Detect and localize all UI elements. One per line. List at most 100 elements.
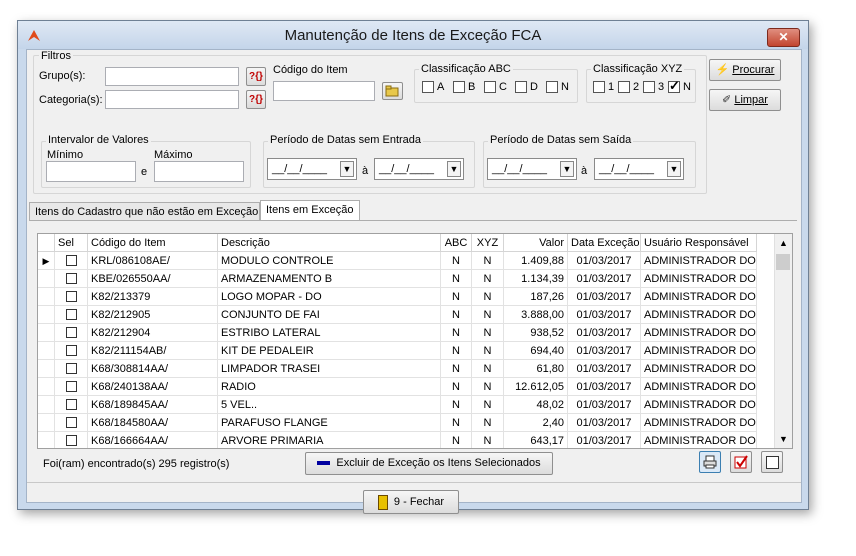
cell-codigo: K68/189845AA/ xyxy=(88,396,218,414)
chevron-down-icon[interactable]: ▼ xyxy=(340,161,354,177)
entrada-to-date[interactable]: __/__/____ ▼ xyxy=(374,158,464,180)
cell-codigo: K82/212904 xyxy=(88,324,218,342)
codigo-input[interactable] xyxy=(273,81,375,101)
cell-abc: N xyxy=(441,414,472,432)
row-select-checkbox[interactable] xyxy=(65,291,77,302)
scroll-up-icon[interactable]: ▲ xyxy=(779,238,788,248)
grid-header-cell[interactable]: Usuário Responsável xyxy=(641,234,757,252)
limpar-button[interactable]: ✐ Limpar xyxy=(709,89,781,111)
chevron-down-icon[interactable]: ▼ xyxy=(667,161,681,177)
cell-codigo: KBE/026550AA/ xyxy=(88,270,218,288)
chevron-down-icon[interactable]: ▼ xyxy=(447,161,461,177)
tab-itens-cadastro[interactable]: Itens do Cadastro que não estão em Exceç… xyxy=(29,202,260,220)
minimo-label: Mínimo xyxy=(47,149,84,161)
row-select-checkbox[interactable] xyxy=(65,417,77,428)
abc-option-a-checkbox[interactable] xyxy=(422,81,434,93)
table-row[interactable]: K82/212904 ESTRIBO LATERAL N N 938,52 01/03/2… xyxy=(38,324,771,342)
window-title: Manutenção de Itens de Exceção FCA xyxy=(284,27,542,44)
scroll-down-icon[interactable]: ▼ xyxy=(779,434,788,444)
row-select-checkbox[interactable] xyxy=(65,255,77,266)
excluir-button[interactable]: Excluir de Exceção os Itens Selecionados xyxy=(305,452,553,475)
procurar-button[interactable]: ⚡ Procurar xyxy=(709,59,781,81)
row-select-checkbox[interactable] xyxy=(65,309,77,320)
saida-to-date[interactable]: __/__/____ ▼ xyxy=(594,158,684,180)
cell-xyz: N xyxy=(472,324,504,342)
table-row[interactable]: K68/166664AA/ARVORE PRIMARIA N N 643,17 01/0… xyxy=(38,432,771,448)
row-select-checkbox[interactable] xyxy=(65,273,77,284)
abc-option-c-checkbox[interactable] xyxy=(484,81,496,93)
xyz-option-2-checkbox[interactable] xyxy=(618,81,630,93)
fechar-button[interactable]: 9 - Fechar xyxy=(363,490,459,514)
table-row[interactable]: K68/189845AA/5 VEL.. N N 48,02 01/03/2017 ADM… xyxy=(38,396,771,414)
categoria-label: Categoria(s): xyxy=(39,94,103,106)
entrada-to-value: __/__/____ xyxy=(379,163,435,175)
maximo-input[interactable] xyxy=(154,161,244,182)
grupo-lookup-button[interactable]: ?{} xyxy=(246,67,266,86)
table-row[interactable]: KBE/026550AA/ARMAZENAMENTO B N N 1.134,39 01… xyxy=(38,270,771,288)
xyz-option-n-checkbox[interactable] xyxy=(668,78,680,94)
row-select-cell xyxy=(55,432,88,448)
cell-codigo: K82/212905 xyxy=(88,306,218,324)
entrada-from-date[interactable]: __/__/____ ▼ xyxy=(267,158,357,180)
cell-usuario: ADMINISTRADOR DO S xyxy=(641,288,757,306)
cell-xyz: N xyxy=(472,252,504,270)
row-indicator xyxy=(38,432,55,448)
abc-option-n-checkbox[interactable] xyxy=(546,81,558,93)
main-window: Manutenção de Itens de Exceção FCA ✕ Fil… xyxy=(17,20,809,514)
row-indicator xyxy=(38,378,55,396)
table-row[interactable]: K82/212905 CONJUNTO DE FAI N N 3.888,00 01/03… xyxy=(38,306,771,324)
abc-option-label: D xyxy=(530,81,538,93)
minimo-input[interactable] xyxy=(46,161,136,182)
record-count: Foi(ram) encontrado(s) 295 registro(s) xyxy=(43,458,230,470)
row-select-checkbox[interactable] xyxy=(65,363,77,374)
table-row[interactable]: K68/240138AA/RADIO N N 12.612,05 01/03/2017 A… xyxy=(38,378,771,396)
table-row[interactable]: K68/184580AA/PARAFUSO FLANGE N N 2,40 01/03/… xyxy=(38,414,771,432)
row-select-checkbox[interactable] xyxy=(65,381,77,392)
table-row[interactable]: K82/213379 LOGO MOPAR - DO N N 187,26 01/03/2… xyxy=(38,288,771,306)
row-indicator xyxy=(38,324,55,342)
items-grid[interactable]: Sel Código do Item Descrição ABC XYZ Valor Dat… xyxy=(37,233,793,449)
xyz-option-1-checkbox[interactable] xyxy=(593,81,605,93)
saida-from-date[interactable]: __/__/____ ▼ xyxy=(487,158,577,180)
chevron-down-icon[interactable]: ▼ xyxy=(560,161,574,177)
grid-header-cell[interactable]: Data Exceção xyxy=(568,234,641,252)
grid-header-cell[interactable]: Descrição xyxy=(218,234,441,252)
grid-header-cell[interactable]: Sel xyxy=(55,234,88,252)
table-row[interactable]: ▶ KRL/086108AE/MODULO CONTROLE N N 1.409,88 0… xyxy=(38,252,771,270)
grid-header-cell[interactable]: ABC xyxy=(441,234,472,252)
abc-option-label: N xyxy=(561,81,569,93)
grid-header-cell[interactable]: Código do Item xyxy=(88,234,218,252)
procurar-label: Procurar xyxy=(732,64,775,76)
deselect-all-button[interactable] xyxy=(761,451,783,473)
xyz-title: Classificação XYZ xyxy=(591,63,685,75)
grid-header-cell[interactable]: Valor xyxy=(504,234,568,252)
table-row[interactable]: K68/308814AA/LIMPADOR TRASEI N N 61,80 01/03… xyxy=(38,360,771,378)
grupo-input[interactable] xyxy=(105,67,239,86)
xyz-option-3-checkbox[interactable] xyxy=(643,81,655,93)
row-select-checkbox[interactable] xyxy=(65,327,77,338)
tab-itens-excecao[interactable]: Itens em Exceção xyxy=(260,200,360,221)
row-select-checkbox[interactable] xyxy=(65,399,77,410)
row-select-checkbox[interactable] xyxy=(65,435,77,446)
cell-xyz: N xyxy=(472,414,504,432)
codigo-search-button[interactable] xyxy=(382,82,403,100)
categoria-lookup-button[interactable]: ?{} xyxy=(246,90,266,109)
row-select-checkbox[interactable] xyxy=(65,345,77,356)
abc-option-b-checkbox[interactable] xyxy=(453,81,465,93)
print-button[interactable] xyxy=(699,451,721,473)
cell-data: 01/03/2017 xyxy=(568,324,641,342)
table-row[interactable]: K82/211154AB/KIT DE PEDALEIR N N 694,40 01/0… xyxy=(38,342,771,360)
categoria-input[interactable] xyxy=(105,90,239,109)
close-button[interactable]: ✕ xyxy=(767,28,800,47)
grid-header-cell[interactable]: XYZ xyxy=(472,234,504,252)
cell-codigo: K68/184580AA/ xyxy=(88,414,218,432)
title-bar[interactable]: Manutenção de Itens de Exceção FCA ✕ xyxy=(18,21,808,49)
abc-option-d-checkbox[interactable] xyxy=(515,81,527,93)
vertical-scrollbar[interactable]: ▲ ▼ xyxy=(774,234,792,448)
cell-data: 01/03/2017 xyxy=(568,414,641,432)
select-all-button[interactable] xyxy=(730,451,752,473)
maximo-label: Máximo xyxy=(154,149,193,161)
scroll-thumb[interactable] xyxy=(776,254,790,270)
cell-xyz: N xyxy=(472,378,504,396)
filters-title: Filtros xyxy=(39,50,73,62)
